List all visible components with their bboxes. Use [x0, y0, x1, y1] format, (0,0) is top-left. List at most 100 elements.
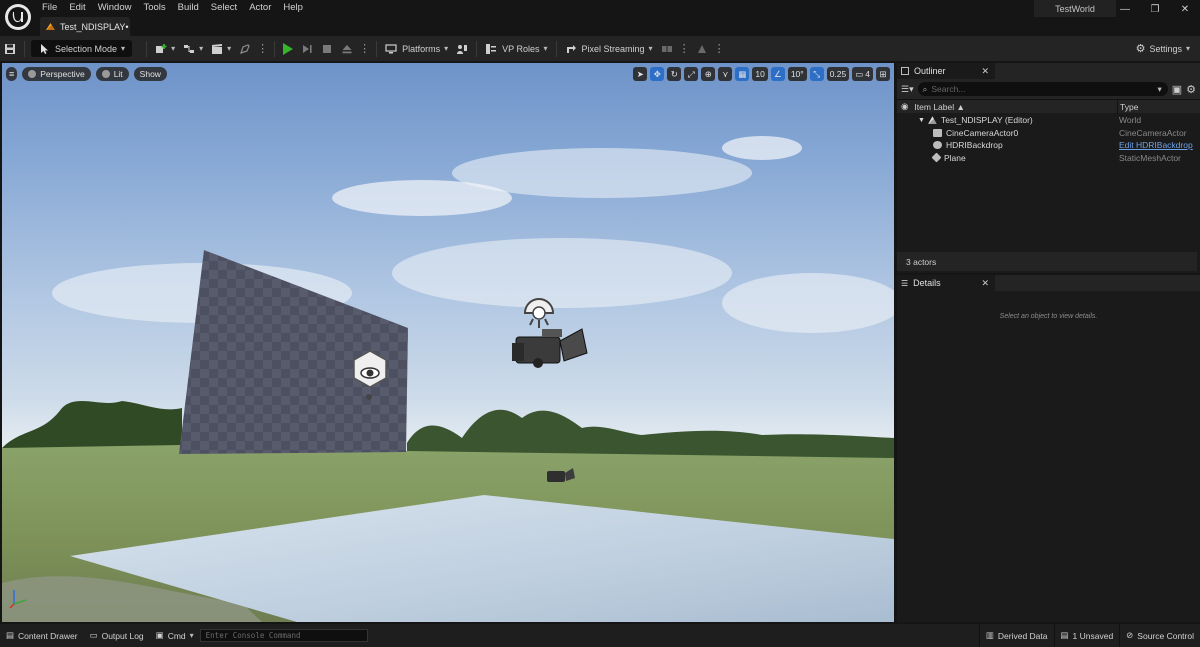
eject-button[interactable]	[337, 38, 357, 59]
chevron-down-icon: ▾	[1185, 44, 1190, 53]
scale-snap-toggle[interactable]: ⤡	[809, 67, 824, 81]
scene-render[interactable]	[2, 63, 894, 622]
grid-snap-value[interactable]: 10	[752, 67, 768, 81]
pixel-streaming-dropdown[interactable]: Pixel Streaming ▾	[561, 38, 657, 59]
modeling-button[interactable]	[235, 38, 255, 59]
rotation-snap-toggle[interactable]: ∠	[770, 67, 785, 81]
cinematics-button[interactable]: ▾	[207, 38, 235, 59]
settings-gear-icon[interactable]: ⚙	[1186, 83, 1196, 96]
surface-snap-button[interactable]: ⋎	[718, 67, 733, 81]
ndisplay-button[interactable]	[657, 38, 677, 59]
platforms-dropdown[interactable]: Platforms ▾	[381, 38, 452, 59]
expand-arrow-icon[interactable]: ▼	[918, 117, 925, 124]
level-viewport[interactable]: ≡ Perspective Lit Show ➤ ✥ ↻ ⤢ ⊕ ⋎ ▦ 10 …	[2, 63, 894, 622]
light-icon[interactable]	[523, 298, 555, 328]
chevron-down-icon[interactable]: ▾	[1157, 84, 1161, 95]
status-bar: ▤ Content Drawer ▭ Output Log ▣ Cmd ▾ En…	[0, 624, 1200, 647]
coordinate-system-button[interactable]: ⊕	[701, 67, 716, 81]
stop-button[interactable]	[317, 38, 337, 59]
angle-icon: ∠	[774, 68, 782, 79]
console-command-input[interactable]: Enter Console Command	[199, 629, 368, 642]
derived-data-button[interactable]: ▥ Derived Data	[978, 624, 1054, 647]
row-label: Test_NDISPLAY (Editor)	[940, 115, 1033, 126]
hdri-actor-icon	[933, 141, 942, 150]
camera-speed-value: 4	[865, 69, 870, 79]
chevron-down-icon: ▾	[444, 44, 449, 53]
table-row[interactable]: ▼ Test_NDISPLAY (Editor) World	[897, 114, 1200, 127]
vp-roles-dropdown[interactable]: VP Roles ▾	[481, 38, 551, 59]
settings-label: Settings	[1149, 43, 1182, 54]
show-label: Show	[139, 69, 161, 79]
vp-settings-button[interactable]	[452, 38, 472, 59]
outliner-search-input[interactable]: ⌕ Search... ▾	[917, 82, 1168, 96]
menu-file[interactable]: File	[36, 0, 63, 15]
perspective-dropdown[interactable]: Perspective	[22, 67, 91, 81]
grid-snap-toggle[interactable]: ▦	[735, 67, 750, 81]
more-options-icon[interactable]: ⋮	[257, 42, 268, 55]
outliner-tab[interactable]: Outliner ✕	[897, 63, 995, 79]
maximize-viewport-button[interactable]: ⊞	[876, 67, 890, 81]
broadcast-options-icon[interactable]: ⋮	[714, 42, 725, 55]
level-tab-label: Test_NDISPLAY•	[60, 21, 129, 32]
play-options-icon[interactable]: ⋮	[359, 42, 370, 55]
viewport-menu-button[interactable]: ≡	[6, 67, 18, 81]
scale-snap-value[interactable]: 0.25	[826, 67, 850, 81]
filter-icon[interactable]: ☰▾	[901, 84, 914, 95]
item-label-column[interactable]: ◉ Item Label ▲	[897, 101, 1117, 112]
pixel-streaming-icon	[566, 44, 576, 53]
table-row[interactable]: HDRIBackdrop Edit HDRIBackdrop	[897, 139, 1200, 152]
search-icon: ⌕	[922, 83, 928, 94]
add-folder-icon[interactable]: ▣	[1172, 83, 1182, 96]
select-mode-button[interactable]: ➤	[633, 67, 648, 81]
table-row[interactable]: CineCameraActor0 CineCameraActor	[897, 127, 1200, 140]
play-step-button[interactable]	[297, 38, 317, 59]
menu-help[interactable]: Help	[277, 0, 309, 15]
save-icon	[5, 43, 15, 54]
scale-mode-button[interactable]: ⤢	[684, 67, 699, 81]
row-label: CineCameraActor0	[946, 127, 1019, 138]
settings-dropdown[interactable]: ⚙ Settings ▾	[1136, 36, 1190, 61]
close-icon[interactable]: ✕	[981, 66, 989, 77]
menu-window[interactable]: Window	[92, 0, 138, 15]
content-drawer-button[interactable]: ▤ Content Drawer	[0, 624, 84, 647]
lit-dropdown[interactable]: Lit	[95, 67, 129, 81]
camera-speed-button[interactable]: ▭ 4	[852, 67, 873, 81]
world-name: TestWorld	[1034, 0, 1116, 17]
output-log-icon: ▭	[89, 630, 98, 640]
selection-mode-dropdown[interactable]: Selection Mode ▾	[31, 40, 133, 57]
menu-select[interactable]: Select	[205, 0, 243, 15]
blueprints-button[interactable]: ▾	[179, 38, 207, 59]
edit-blueprint-link[interactable]: Edit HDRIBackdrop	[1119, 140, 1193, 150]
menu-build[interactable]: Build	[172, 0, 205, 15]
cmd-dropdown[interactable]: ▣ Cmd ▾ Enter Console Command	[150, 624, 374, 647]
level-document-tab[interactable]: Test_NDISPLAY•	[40, 17, 130, 36]
source-control-button[interactable]: ⊘ Source Control	[1119, 624, 1200, 647]
details-tab[interactable]: ☰ Details ✕	[897, 275, 995, 291]
save-button[interactable]	[0, 38, 20, 59]
restore-button[interactable]: ❐	[1140, 0, 1170, 18]
close-window-button[interactable]: ✕	[1170, 0, 1200, 18]
menu-actor[interactable]: Actor	[243, 0, 277, 15]
virtual-production-icon	[457, 44, 468, 54]
output-log-button[interactable]: ▭ Output Log	[84, 624, 150, 647]
add-actor-button[interactable]: ▾	[151, 38, 179, 59]
ndisplay-icon	[661, 45, 672, 52]
unsaved-button[interactable]: ▤ 1 Unsaved	[1053, 624, 1120, 647]
ndisplay-options-icon[interactable]: ⋮	[679, 42, 690, 55]
broadcast-button[interactable]	[692, 38, 712, 59]
show-dropdown[interactable]: Show	[133, 67, 167, 81]
type-header: Type	[1120, 101, 1139, 112]
unreal-logo-icon[interactable]	[5, 4, 31, 30]
close-icon[interactable]: ✕	[981, 278, 989, 289]
table-row[interactable]: Plane StaticMeshActor	[897, 152, 1200, 165]
menu-tools[interactable]: Tools	[137, 0, 171, 15]
translate-mode-button[interactable]: ✥	[650, 67, 665, 81]
rotate-mode-button[interactable]: ↻	[667, 67, 682, 81]
minimize-button[interactable]: —	[1110, 0, 1140, 18]
visibility-eye-icon[interactable]: ◉	[901, 101, 908, 112]
menu-edit[interactable]: Edit	[63, 0, 91, 15]
rotation-snap-value[interactable]: 10°	[787, 67, 807, 81]
play-button[interactable]	[279, 38, 297, 59]
cine-camera-icon[interactable]	[512, 328, 588, 368]
type-column[interactable]: Type	[1117, 99, 1200, 114]
